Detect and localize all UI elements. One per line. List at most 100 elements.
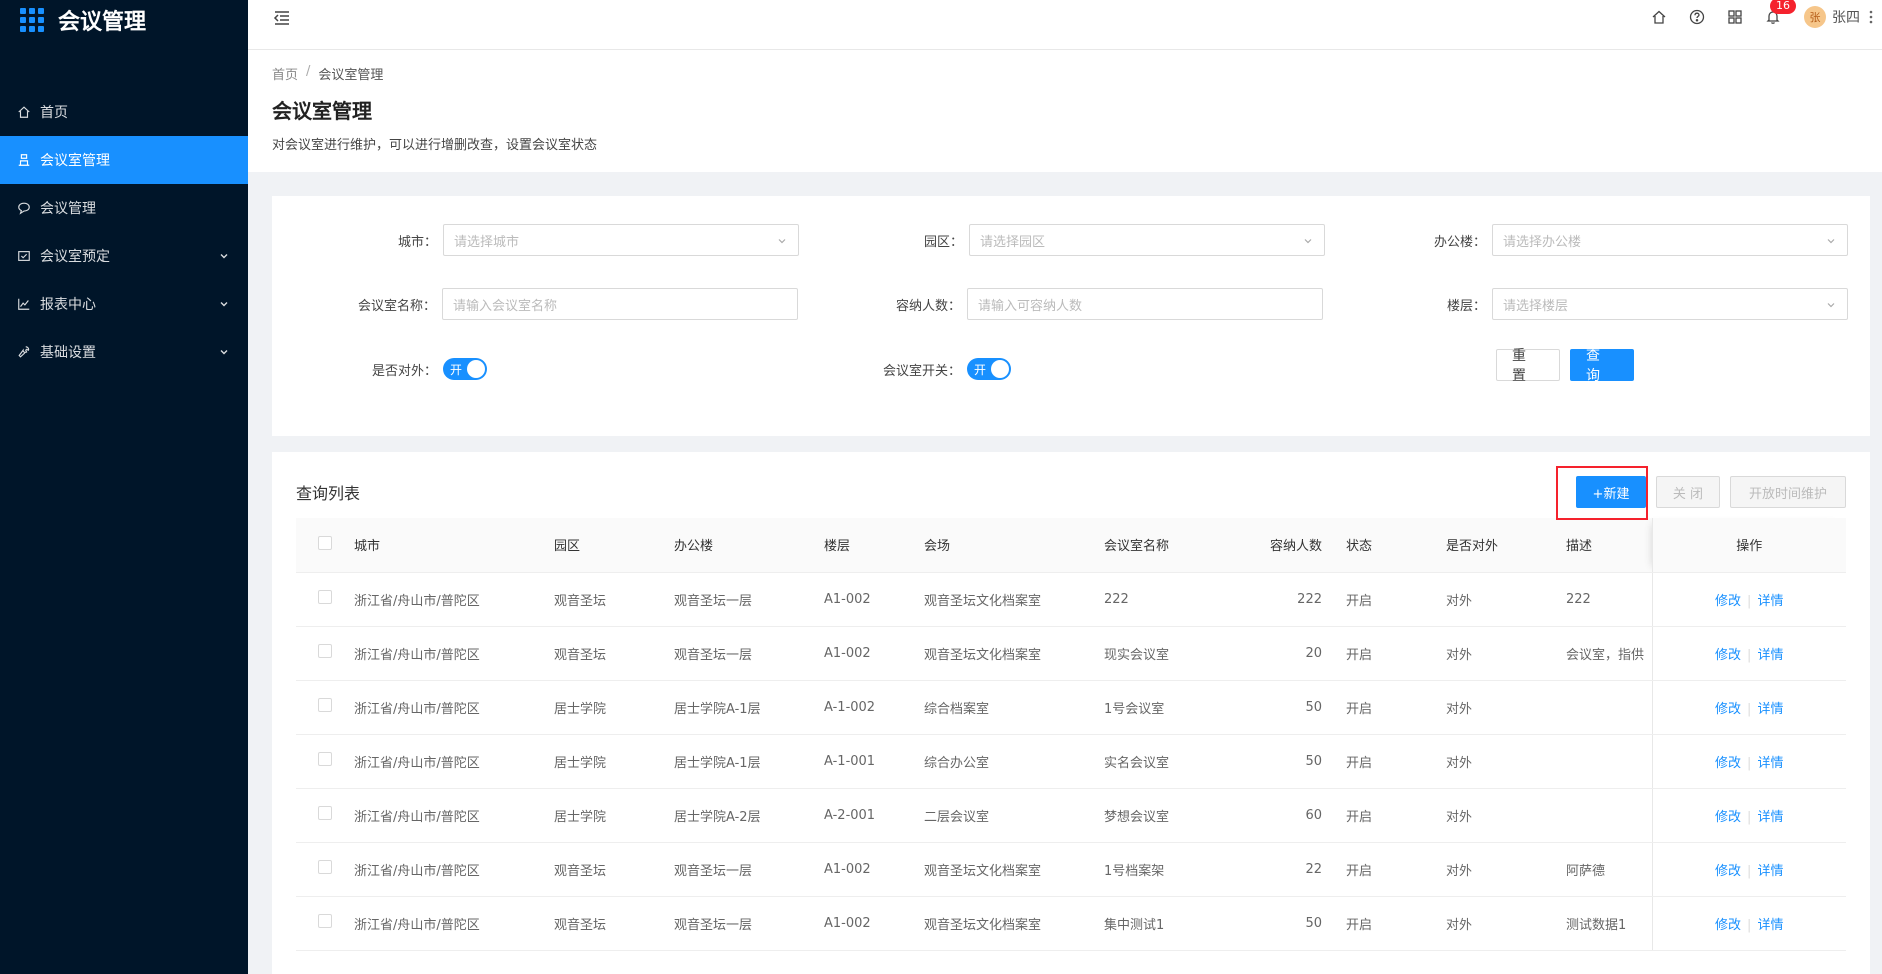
col-venue[interactable]: 会场 xyxy=(924,518,1104,573)
city-select[interactable]: 请选择城市 xyxy=(443,224,800,256)
col-status[interactable]: 状态 xyxy=(1346,518,1446,573)
close-button[interactable]: 关 闭 xyxy=(1656,476,1720,508)
col-building[interactable]: 办公楼 xyxy=(674,518,824,573)
building-select[interactable]: 请选择办公楼 xyxy=(1492,224,1849,256)
cell-room-name: 1号档案架 xyxy=(1104,842,1254,897)
cell-capacity: 50 xyxy=(1254,734,1346,789)
table-row: 浙江省/舟山市/普陀区 居士学院 居士学院A-1层 A-1-002 综合档案室 … xyxy=(296,680,1846,735)
detail-link[interactable]: 详情 xyxy=(1757,756,1783,771)
row-checkbox[interactable] xyxy=(318,752,332,766)
cell-park: 观音圣坛 xyxy=(554,842,674,897)
sidebar: 会议管理 首页 会议室管理 会议管理 会议室预定 报表中心 基础设置 xyxy=(0,0,248,974)
col-description[interactable]: 描述 xyxy=(1566,518,1652,573)
table-row: 浙江省/舟山市/普陀区 居士学院 居士学院A-2层 A-2-001 二层会议室 … xyxy=(296,788,1846,843)
cell-room-name: 梦想会议室 xyxy=(1104,788,1254,843)
cell-capacity: 60 xyxy=(1254,788,1346,843)
cell-park: 居士学院 xyxy=(554,734,674,789)
room-name-input[interactable]: 请输入会议室名称 xyxy=(442,288,799,320)
username[interactable]: 张四 xyxy=(1832,7,1860,27)
sidebar-item-room-booking[interactable]: 会议室预定 xyxy=(0,232,248,280)
cell-building: 居士学院A-1层 xyxy=(674,680,824,735)
floor-placeholder: 请选择楼层 xyxy=(1503,298,1569,314)
cell-floor: A1-002 xyxy=(824,626,924,681)
table-row: 浙江省/舟山市/普陀区 观音圣坛 观音圣坛一层 A1-002 观音圣坛文化档案室… xyxy=(296,626,1846,681)
edit-link[interactable]: 修改 xyxy=(1715,918,1741,933)
app-title: 会议管理 xyxy=(58,10,147,35)
open-time-button[interactable]: 开放时间维护 xyxy=(1730,476,1846,508)
edit-link[interactable]: 修改 xyxy=(1715,810,1741,825)
detail-link[interactable]: 详情 xyxy=(1757,918,1783,933)
help-icon[interactable] xyxy=(1688,8,1706,26)
external-field: 是否对外： 开 xyxy=(372,358,488,380)
booking-icon xyxy=(16,248,32,264)
chevron-down-icon xyxy=(220,350,228,355)
select-all-checkbox[interactable] xyxy=(318,535,332,550)
breadcrumb-home[interactable]: 首页 xyxy=(272,64,298,83)
more-vertical-icon[interactable] xyxy=(1868,9,1874,25)
edit-link[interactable]: 修改 xyxy=(1715,648,1741,663)
row-checkbox[interactable] xyxy=(318,590,332,604)
edit-link[interactable]: 修改 xyxy=(1715,864,1741,879)
floor-select[interactable]: 请选择楼层 xyxy=(1492,288,1849,320)
app-logo[interactable]: 会议管理 xyxy=(0,0,248,40)
row-checkbox[interactable] xyxy=(318,806,332,820)
capacity-field: 容纳人数： 请输入可容纳人数 xyxy=(896,288,1324,320)
switch-text: 开 xyxy=(974,363,987,377)
cell-room-name: 现实会议室 xyxy=(1104,626,1254,681)
col-external[interactable]: 是否对外 xyxy=(1446,518,1566,573)
wrench-icon xyxy=(16,344,32,360)
sidebar-item-basic-settings[interactable]: 基础设置 xyxy=(0,328,248,376)
cell-external: 对外 xyxy=(1446,842,1566,897)
cell-floor: A1-002 xyxy=(824,896,924,951)
external-switch[interactable]: 开 xyxy=(443,358,488,380)
detail-link[interactable]: 详情 xyxy=(1757,594,1783,609)
cell-city: 浙江省/舟山市/普陀区 xyxy=(354,788,554,843)
row-checkbox[interactable] xyxy=(318,698,332,712)
home-icon[interactable] xyxy=(1650,8,1668,26)
apps-icon[interactable] xyxy=(1726,8,1744,26)
detail-link[interactable]: 详情 xyxy=(1757,864,1783,879)
room-name-label: 会议室名称： xyxy=(358,298,437,314)
sidebar-item-report-center[interactable]: 报表中心 xyxy=(0,280,248,328)
query-button[interactable]: 查 询 xyxy=(1570,348,1634,384)
sidebar-item-home[interactable]: 首页 xyxy=(0,88,248,136)
sidebar-item-meeting-management[interactable]: 会议管理 xyxy=(0,184,248,232)
detail-link[interactable]: 详情 xyxy=(1757,702,1783,717)
cell-venue: 综合办公室 xyxy=(924,734,1104,789)
chart-icon xyxy=(16,296,32,312)
cell-external: 对外 xyxy=(1446,788,1566,843)
bell-icon[interactable]: 16 xyxy=(1764,0,1796,26)
cell-venue: 观音圣坛文化档案室 xyxy=(924,896,1104,951)
col-floor[interactable]: 楼层 xyxy=(824,518,924,573)
row-checkbox[interactable] xyxy=(318,860,332,874)
row-checkbox[interactable] xyxy=(318,914,332,928)
sidebar-item-label: 会议管理 xyxy=(40,201,96,217)
reset-button[interactable]: 重 置 xyxy=(1496,348,1560,384)
edit-link[interactable]: 修改 xyxy=(1715,756,1741,771)
park-select[interactable]: 请选择园区 xyxy=(969,224,1326,256)
col-capacity[interactable]: 容纳人数 xyxy=(1254,518,1346,573)
row-checkbox[interactable] xyxy=(318,644,332,658)
chevron-down-icon xyxy=(220,302,228,307)
page-description: 对会议室进行维护，可以进行增删改查，设置会议室状态 xyxy=(272,138,598,153)
col-city[interactable]: 城市 xyxy=(354,518,554,573)
capacity-input[interactable]: 请输入可容纳人数 xyxy=(967,288,1324,320)
park-placeholder: 请选择园区 xyxy=(980,234,1046,250)
avatar[interactable]: 张 xyxy=(1804,6,1826,28)
sidebar-item-room-management[interactable]: 会议室管理 xyxy=(0,136,248,184)
edit-link[interactable]: 修改 xyxy=(1715,594,1741,609)
col-room-name[interactable]: 会议室名称 xyxy=(1104,518,1254,573)
col-park[interactable]: 园区 xyxy=(554,518,674,573)
edit-link[interactable]: 修改 xyxy=(1715,702,1741,717)
page-header: 首页 / 会议室管理 会议室管理 对会议室进行维护，可以进行增删改查，设置会议室… xyxy=(248,50,1882,172)
detail-link[interactable]: 详情 xyxy=(1757,810,1783,825)
cell-room-name: 1号会议室 xyxy=(1104,680,1254,735)
capacity-label: 容纳人数： xyxy=(896,298,962,314)
cell-status: 开启 xyxy=(1346,626,1446,681)
menu-fold-icon[interactable] xyxy=(272,8,292,28)
room-switch[interactable]: 开 xyxy=(967,358,1012,380)
sidebar-item-label: 基础设置 xyxy=(40,345,96,361)
detail-link[interactable]: 详情 xyxy=(1757,648,1783,663)
room-name-field: 会议室名称： 请输入会议室名称 xyxy=(358,288,799,320)
cell-operation: 修改 | 详情 xyxy=(1651,842,1846,897)
